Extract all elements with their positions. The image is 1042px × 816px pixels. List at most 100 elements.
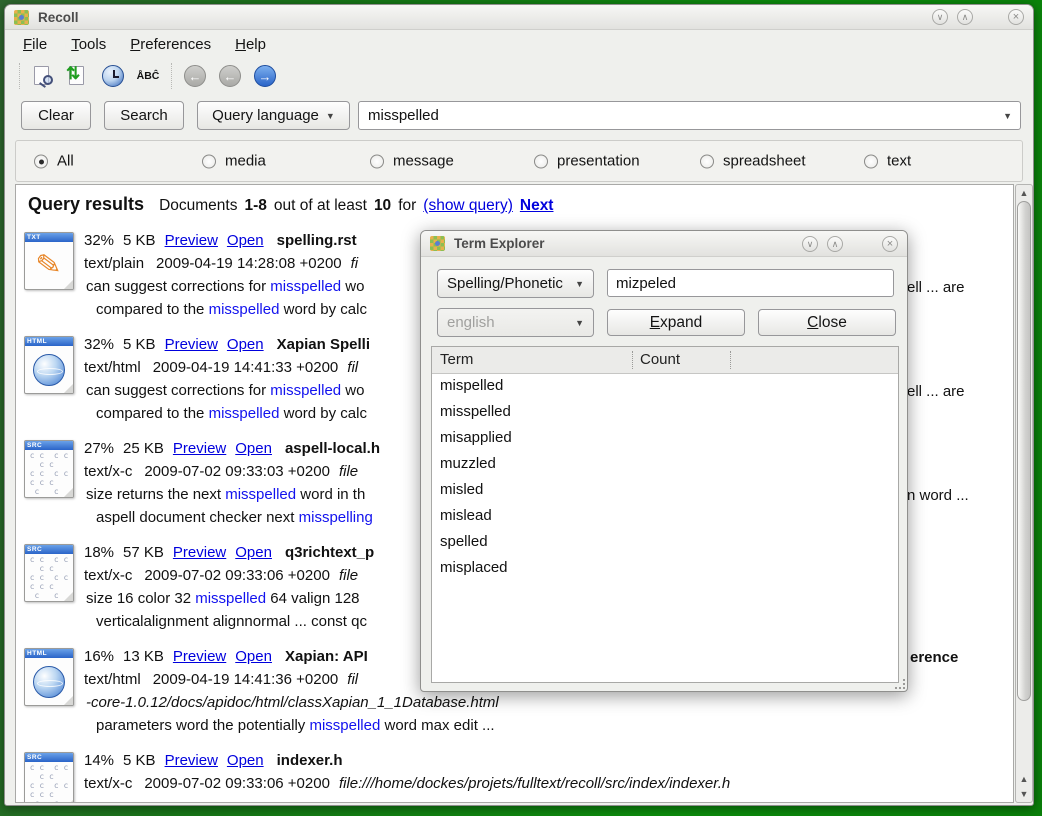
show-query-link[interactable]: (show query) (423, 197, 513, 215)
open-link[interactable]: Open (227, 752, 264, 769)
nav-first-page-button[interactable]: ← (182, 63, 208, 89)
resize-grip[interactable] (895, 679, 905, 689)
filetype-icon-txt[interactable]: TXT ✎ (24, 232, 74, 290)
filetype-icon-html[interactable]: HTML (24, 648, 74, 706)
doc-date: 2009-04-19 14:41:33 +0200 (153, 359, 339, 376)
results-scrollbar[interactable]: ▲ ▲ ▼ (1015, 184, 1033, 803)
next-page-link[interactable]: Next (520, 197, 554, 215)
search-entry-combo[interactable]: ▼ (358, 101, 1021, 130)
result-title: Xapian Spelli (277, 336, 370, 353)
sort-results-button[interactable]: ⇅ (65, 63, 91, 89)
radio-icon[interactable] (202, 154, 216, 168)
expansion-mode-dropdown[interactable]: Spelling/Phonetic ▼ (437, 269, 594, 298)
snippet-line: size 16 color 32 misspelled 64 valign 12… (86, 590, 360, 612)
expand-button[interactable]: Expand (607, 309, 745, 336)
column-term[interactable]: Term (440, 351, 473, 368)
open-link[interactable]: Open (235, 544, 272, 561)
menu-help[interactable]: Help (235, 36, 266, 53)
filetype-badge: SRC (25, 441, 73, 450)
scroll-down-arrow[interactable]: ▼ (1016, 787, 1032, 801)
term-table[interactable]: Term Count mispelled misspelled misappli… (431, 346, 899, 683)
doc-date: 2009-07-02 09:33:06 +0200 (144, 567, 330, 584)
filetype-icon-src[interactable]: SRC c c c c c c c c c c c c c c c (24, 752, 74, 803)
chevron-down-icon[interactable]: ▼ (1003, 111, 1012, 121)
preview-link[interactable]: Preview (165, 752, 218, 769)
term-input-field[interactable] (607, 269, 894, 297)
snippet-fragment: ell ... are (907, 383, 965, 400)
scrollbar-thumb[interactable] (1017, 201, 1031, 701)
snippet-line: compared to the misspelled word by calc (96, 405, 367, 427)
file-url: file (339, 463, 358, 480)
filter-presentation[interactable]: presentation (534, 153, 640, 170)
result-title: q3richtext_p (285, 544, 374, 561)
radio-icon[interactable] (864, 154, 878, 168)
maximize-button[interactable]: ∧ (957, 9, 973, 25)
filetype-icon-html[interactable]: HTML (24, 336, 74, 394)
term-row[interactable]: spelled (432, 530, 898, 556)
filter-all[interactable]: All (34, 153, 74, 170)
dialog-close-button[interactable]: × (882, 236, 898, 252)
open-link[interactable]: Open (235, 648, 272, 665)
column-count[interactable]: Count (640, 351, 680, 368)
history-button[interactable] (100, 63, 126, 89)
close-button[interactable]: × (1008, 9, 1024, 25)
snippet-fragment: n word ... (907, 487, 969, 504)
minimize-button[interactable]: ∨ (932, 9, 948, 25)
filter-spreadsheet[interactable]: spreadsheet (700, 153, 806, 170)
globe-icon (33, 354, 65, 386)
open-link[interactable]: Open (227, 336, 264, 353)
radio-icon[interactable] (370, 154, 384, 168)
preview-document-button[interactable] (30, 63, 56, 89)
search-button[interactable]: Search (104, 101, 184, 130)
dialog-maximize-button[interactable]: ∧ (827, 236, 843, 252)
term-row[interactable]: misplaced (432, 556, 898, 582)
dialog-titlebar[interactable]: Term Explorer ∨ ∧ × (421, 231, 907, 257)
result-title: Xapian: API (285, 648, 368, 665)
query-mode-dropdown[interactable]: Query language ▼ (197, 101, 350, 130)
globe-icon (33, 666, 65, 698)
arrow-left-icon: ← (184, 65, 206, 87)
search-input[interactable] (359, 107, 996, 124)
term-row[interactable]: muzzled (432, 452, 898, 478)
results-title: Query results (28, 194, 144, 215)
main-titlebar[interactable]: Recoll ∨ ∧ × (5, 5, 1033, 30)
snippet-line: can suggest corrections for misspelled w… (86, 382, 364, 404)
menu-tools[interactable]: Tools (71, 36, 106, 53)
term-input[interactable] (608, 270, 893, 296)
chevron-down-icon: ▼ (575, 318, 584, 328)
nav-next-page-button[interactable]: → (252, 63, 278, 89)
preview-link[interactable]: Preview (173, 544, 226, 561)
dialog-minimize-button[interactable]: ∨ (802, 236, 818, 252)
radio-icon[interactable] (700, 154, 714, 168)
clear-button[interactable]: Clear (21, 101, 91, 130)
preview-link[interactable]: Preview (173, 648, 226, 665)
radio-icon[interactable] (34, 154, 48, 168)
filter-message[interactable]: message (370, 153, 454, 170)
language-dropdown[interactable]: english ▼ (437, 308, 594, 337)
preview-link[interactable]: Preview (165, 232, 218, 249)
term-explorer-button[interactable]: ÅBĈ (135, 63, 161, 89)
filetype-icon-src[interactable]: SRC c c c c c c c c c c c c c c c (24, 440, 74, 498)
term-row[interactable]: mispelled (432, 374, 898, 400)
chevron-down-icon: ▼ (575, 279, 584, 289)
term-row[interactable]: misled (432, 478, 898, 504)
filter-text[interactable]: text (864, 153, 911, 170)
term-row[interactable]: mislead (432, 504, 898, 530)
filetype-icon-src[interactable]: SRC c c c c c c c c c c c c c c c (24, 544, 74, 602)
preview-link[interactable]: Preview (165, 336, 218, 353)
file-url: fil (347, 671, 358, 688)
scroll-up-arrow[interactable]: ▲ (1016, 186, 1032, 200)
menu-file[interactable]: File (23, 36, 47, 53)
menu-preferences[interactable]: Preferences (130, 36, 211, 53)
term-row[interactable]: misapplied (432, 426, 898, 452)
open-link[interactable]: Open (227, 232, 264, 249)
close-dialog-button[interactable]: Close (758, 309, 896, 336)
term-row[interactable]: misspelled (432, 400, 898, 426)
preview-link[interactable]: Preview (173, 440, 226, 457)
nav-previous-page-button[interactable]: ← (217, 63, 243, 89)
scroll-up-arrow[interactable]: ▲ (1016, 772, 1032, 786)
open-link[interactable]: Open (235, 440, 272, 457)
radio-icon[interactable] (534, 154, 548, 168)
mime-type: text/plain (84, 255, 144, 272)
filter-media[interactable]: media (202, 153, 266, 170)
